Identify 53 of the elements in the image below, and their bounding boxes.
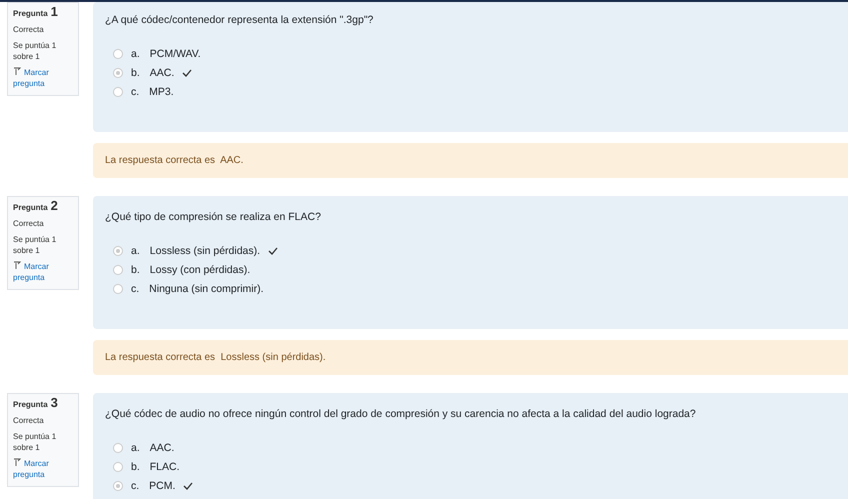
question-status: Correcta	[13, 24, 45, 35]
option-text: PCM.	[149, 480, 176, 492]
radio-button[interactable]	[113, 86, 123, 96]
question-status: Correcta	[13, 415, 45, 426]
question-score: Se puntúa 1 sobre 1	[13, 40, 58, 62]
question-status: Correcta	[13, 218, 45, 229]
question-text: ¿Qué códec de audio no ofrece ningún control del grado de compresión y su carencia no afecta a la calidad del audio lograda?	[105, 408, 697, 420]
option-text: PCM/WAV.	[150, 48, 201, 60]
radio-button[interactable]	[113, 442, 123, 452]
check-icon	[268, 246, 278, 254]
flag-icon	[13, 261, 21, 269]
check-icon	[182, 68, 192, 76]
option-text: AAC.	[150, 442, 174, 454]
flag-question-link[interactable]: Marcar pregunta	[13, 458, 73, 480]
flag-question-link[interactable]: Marcar pregunta	[13, 67, 73, 89]
option-letter: b.	[131, 66, 140, 78]
radio-button[interactable]	[113, 246, 123, 256]
option-text: Lossless (sin pérdidas).	[150, 244, 260, 256]
flag-icon	[13, 67, 21, 75]
option-letter: a.	[131, 442, 140, 454]
option-text: Lossy (con pérdidas).	[150, 264, 250, 276]
radio-button[interactable]	[113, 48, 123, 58]
radio-button[interactable]	[113, 264, 123, 274]
question-label: Pregunta	[13, 8, 48, 19]
question-label: Pregunta	[13, 399, 48, 410]
correct-answer-text: La respuesta correcta es AAC.	[105, 155, 244, 166]
radio-button[interactable]	[113, 462, 123, 472]
option-text: AAC.	[150, 66, 174, 78]
flag-icon	[13, 458, 21, 466]
question-number: 1	[50, 6, 58, 17]
question-number: 3	[50, 397, 58, 408]
check-icon	[183, 482, 194, 490]
radio-button[interactable]	[113, 480, 123, 490]
flag-question-link[interactable]: Marcar pregunta	[13, 261, 73, 283]
option-text: Ninguna (sin comprimir).	[149, 282, 264, 294]
option-letter: a.	[131, 244, 140, 256]
correct-answer-text: La respuesta correcta es Lossless (sin pérdidas).	[105, 352, 326, 363]
option-text: MP3.	[149, 86, 174, 98]
option-letter: c.	[131, 86, 140, 98]
question-number: 2	[50, 200, 58, 211]
question-label: Pregunta	[13, 202, 48, 213]
radio-button[interactable]	[113, 284, 123, 294]
question-score: Se puntúa 1 sobre 1	[13, 431, 58, 453]
question-text: ¿Qué tipo de compresión se realiza en FLAC?	[105, 211, 322, 223]
option-letter: b.	[131, 264, 140, 276]
option-letter: c.	[131, 480, 140, 492]
question-score: Se puntúa 1 sobre 1	[13, 234, 58, 256]
option-letter: b.	[131, 460, 140, 472]
option-letter: c.	[131, 282, 140, 294]
question-text: ¿A qué códec/contenedor representa la extensión ".3gp"?	[105, 14, 374, 26]
option-text: FLAC.	[150, 460, 180, 472]
option-letter: a.	[131, 48, 140, 60]
radio-button[interactable]	[113, 68, 123, 78]
